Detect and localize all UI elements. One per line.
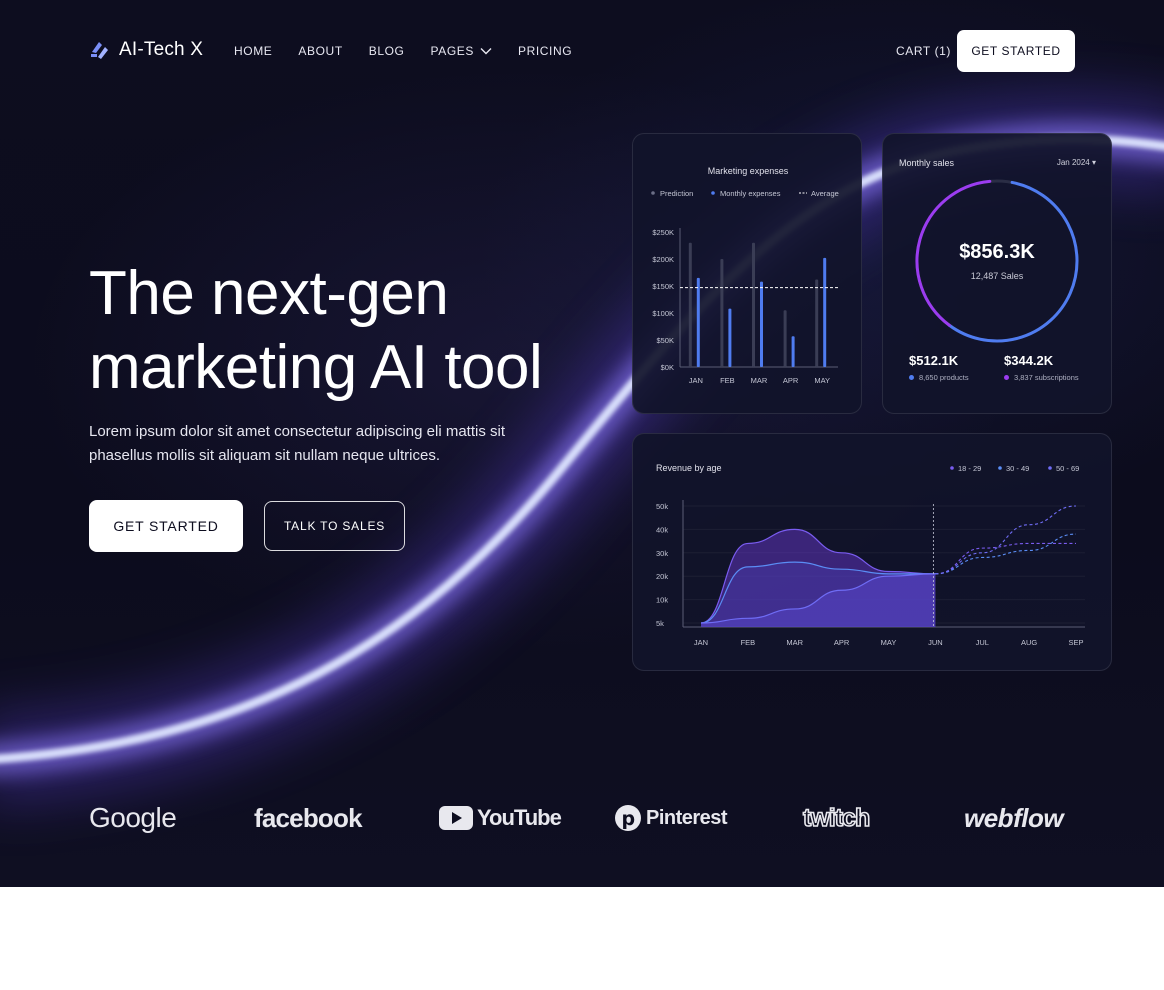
legend-prediction-label: Prediction: [660, 189, 693, 198]
y-tick-label: 10k: [656, 596, 668, 605]
hero-section: AI-Tech X HOME ABOUT BLOG PAGES PRICING …: [0, 0, 1164, 887]
revenue-by-age-card: Revenue by age 18 - 29 30 - 49 50 - 69 5k 10k…: [632, 433, 1112, 671]
stat-subscriptions-label: 3,837 subscriptions: [1014, 373, 1079, 382]
legend-monthly-dot: [711, 191, 715, 195]
y-tick-label: 50k: [656, 502, 668, 511]
x-tick-label: JAN: [689, 376, 703, 385]
bar-prediction: [815, 279, 819, 367]
twitch-logo: twitch: [802, 803, 871, 833]
get-started-nav-button[interactable]: GET STARTED: [957, 30, 1075, 72]
y-tick-label: $100K: [652, 309, 674, 318]
y-tick-label: 40k: [656, 525, 668, 534]
bar-prediction: [688, 242, 692, 367]
x-tick-label: SEP: [1068, 638, 1083, 647]
nav-pages-label: PAGES: [430, 44, 474, 58]
pinterest-wordmark: Pinterest: [646, 806, 728, 829]
main-nav: HOME ABOUT BLOG PAGES PRICING: [234, 44, 572, 58]
stat-products: $512.1K 8,650 products: [909, 353, 969, 382]
webflow-logo: webflow: [964, 802, 1064, 833]
y-tick-label: $150K: [652, 282, 674, 291]
get-started-button[interactable]: GET STARTED: [89, 500, 243, 552]
legend-prediction-dot: [651, 191, 655, 195]
x-tick-label: FEB: [720, 376, 735, 385]
marketing-expenses-card: Marketing expenses Prediction Monthly expe…: [632, 133, 862, 414]
x-tick-label: APR: [834, 638, 850, 647]
headline-line-1: The next-gen: [89, 259, 449, 328]
y-tick-label: $200K: [652, 255, 674, 264]
facebook-logo: facebook: [254, 802, 363, 833]
sales-total: $856.3K: [959, 241, 1035, 263]
x-tick-label: APR: [783, 376, 799, 385]
forecast-line: [935, 533, 1077, 575]
legend-average-label: Average: [811, 189, 839, 198]
legend-label: 18 - 29: [958, 464, 981, 473]
brand-logo[interactable]: AI-Tech X: [89, 38, 203, 62]
bar-prediction: [720, 259, 724, 367]
y-tick-label: $250K: [652, 228, 674, 237]
bar-monthly: [728, 308, 732, 367]
legend-dot: [1004, 375, 1009, 380]
youtube-logo: YouTube: [439, 800, 562, 836]
sales-total-caption: 12,487 Sales: [970, 271, 1024, 281]
y-tick-label: $0K: [661, 363, 674, 372]
x-tick-label: MAR: [786, 638, 803, 647]
x-tick-label: AUG: [1021, 638, 1037, 647]
cart-link[interactable]: CART (1): [896, 44, 951, 58]
bar-monthly: [760, 281, 763, 367]
google-logo: Google: [89, 802, 177, 833]
nav-about[interactable]: ABOUT: [298, 44, 342, 58]
nav-pricing[interactable]: PRICING: [518, 44, 572, 58]
bar-monthly: [823, 257, 827, 367]
revenue-by-age-chart: Revenue by age 18 - 29 30 - 49 50 - 69 5k 10k…: [656, 463, 1085, 647]
bar-monthly: [696, 277, 700, 367]
youtube-wordmark: YouTube: [477, 805, 562, 830]
svg-text:p: p: [621, 808, 634, 830]
x-tick-label: JUL: [976, 638, 989, 647]
bar-monthly: [791, 336, 795, 367]
legend-dot: [909, 375, 914, 380]
headline-line-2: marketing AI tool: [89, 333, 543, 402]
chevron-down-icon: [480, 48, 492, 55]
chart-title: Marketing expenses: [708, 166, 789, 176]
pinterest-p-icon: p: [615, 805, 641, 831]
youtube-play-icon: [439, 806, 473, 830]
stat-products-label: 8,650 products: [919, 373, 969, 382]
legend-dot: [998, 466, 1002, 470]
hero-subtext: Lorem ipsum dolor sit amet consectetur a…: [89, 423, 506, 464]
talk-to-sales-button[interactable]: TALK TO SALES: [264, 501, 405, 551]
x-tick-label: MAY: [881, 638, 897, 647]
forecast-line: [935, 542, 1076, 575]
x-tick-label: JAN: [694, 638, 708, 647]
legend-label: 50 - 69: [1056, 464, 1079, 473]
legend-monthly-label: Monthly expenses: [720, 189, 781, 198]
chart-title: Revenue by age: [656, 463, 722, 473]
x-tick-label: MAY: [814, 376, 830, 385]
logo-icon: [91, 42, 108, 59]
pinterest-logo: p Pinterest: [614, 800, 728, 836]
x-tick-label: FEB: [741, 638, 756, 647]
x-tick-label: JUN: [928, 638, 943, 647]
hero-headline: The next-gen marketing AI tool: [89, 257, 543, 405]
y-tick-label: 5k: [656, 619, 664, 628]
bar-prediction: [783, 310, 787, 367]
legend-dot: [950, 466, 954, 470]
marketing-expenses-chart: Marketing expenses Prediction Monthly expe…: [651, 166, 839, 385]
y-tick-label: 30k: [656, 549, 668, 558]
nav-home[interactable]: HOME: [234, 44, 272, 58]
brand-name: AI-Tech X: [119, 39, 204, 60]
x-tick-label: MAR: [751, 376, 768, 385]
monthly-sales-card: Monthly sales Jan 2024 ▾ $856.3K 12,487 …: [882, 133, 1112, 414]
stat-subscriptions: $344.2K 3,837 subscriptions: [1004, 353, 1079, 382]
nav-blog[interactable]: BLOG: [369, 44, 405, 58]
legend-label: 30 - 49: [1006, 464, 1029, 473]
y-tick-label: 20k: [656, 572, 668, 581]
stat-products-value: $512.1K: [909, 353, 959, 368]
legend-dot: [1048, 466, 1052, 470]
stat-subscriptions-value: $344.2K: [1004, 353, 1054, 368]
bar-prediction: [752, 242, 755, 367]
nav-pages[interactable]: PAGES: [431, 44, 492, 58]
y-tick-label: $50K: [656, 336, 674, 345]
